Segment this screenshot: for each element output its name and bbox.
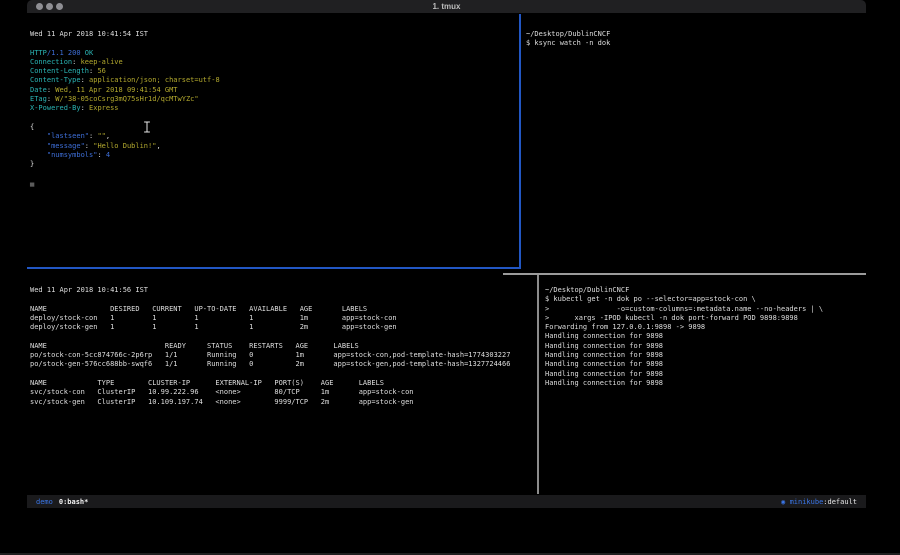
terminal-line: Handling connection for 9898 bbox=[545, 332, 863, 341]
terminal-line: deploy/stock-con 1 1 1 1 1m app=stock-co… bbox=[30, 314, 535, 323]
terminal-line: svc/stock-con ClusterIP 10.99.222.96 <no… bbox=[30, 388, 535, 397]
terminal-line: > -o=custom-columns=:metadata.name --no-… bbox=[545, 305, 863, 314]
pane-top-right-ksync[interactable]: ~/Desktop/DublinCNCF$ ksync watch -n dok bbox=[526, 30, 861, 49]
terminal-line: NAME TYPE CLUSTER-IP EXTERNAL-IP PORT(S)… bbox=[30, 379, 535, 388]
terminal-line: Handling connection for 9898 bbox=[545, 360, 863, 369]
terminal-line: po/stock-gen-576cc688bb-swqf6 1/1 Runnin… bbox=[30, 360, 535, 369]
terminal-line: ETag: W/"38-05coCsrg3mQ75sHr1d/qcMTwYZc" bbox=[30, 95, 518, 104]
terminal-line: Handling connection for 9898 bbox=[545, 379, 863, 388]
tmux-status-bar: demo 0:bash* ◉ minikube:default bbox=[27, 495, 866, 508]
terminal-line: Handling connection for 9898 bbox=[545, 370, 863, 379]
pane-bottom-right-port-forward[interactable]: ~/Desktop/DublinCNCF$ kubectl get -n dok… bbox=[545, 286, 863, 388]
pane-top-left-http-response[interactable]: Wed 11 Apr 2018 10:41:54 IST HTTP/1.1 20… bbox=[30, 30, 518, 188]
terminal-line: Wed 11 Apr 2018 10:41:54 IST bbox=[30, 30, 518, 39]
active-pane-divider-vertical[interactable] bbox=[519, 14, 521, 268]
terminal-line bbox=[30, 114, 518, 123]
terminal-line: NAME READY STATUS RESTARTS AGE LABELS bbox=[30, 342, 535, 351]
terminal-line: > xargs -IPOD kubectl -n dok port-forwar… bbox=[545, 314, 863, 323]
window-title: 1. tmux bbox=[27, 2, 866, 11]
pane-divider-horizontal[interactable] bbox=[503, 273, 866, 275]
window-titlebar[interactable]: 1. tmux bbox=[27, 0, 866, 14]
terminal-line bbox=[30, 295, 535, 304]
terminal-line: Handling connection for 9898 bbox=[545, 342, 863, 351]
terminal-line: Date: Wed, 11 Apr 2018 09:41:54 GMT bbox=[30, 86, 518, 95]
terminal-line: Forwarding from 127.0.0.1:9898 -> 9898 bbox=[545, 323, 863, 332]
terminal-line: "message": "Hello Dublin!", bbox=[30, 142, 518, 151]
tmux-session-name: demo bbox=[36, 498, 53, 506]
terminal-line: Wed 11 Apr 2018 10:41:56 IST bbox=[30, 286, 535, 295]
terminal-line: deploy/stock-gen 1 1 1 1 2m app=stock-ge… bbox=[30, 323, 535, 332]
terminal-line: ▄ bbox=[30, 179, 518, 188]
terminal-content: Wed 11 Apr 2018 10:41:54 IST HTTP/1.1 20… bbox=[27, 14, 866, 495]
terminal-line: svc/stock-gen ClusterIP 10.109.197.74 <n… bbox=[30, 398, 535, 407]
terminal-line: $ kubectl get -n dok po --selector=app=s… bbox=[545, 295, 863, 304]
terminal-line: HTTP/1.1 200 OK bbox=[30, 49, 518, 58]
terminal-line: Content-Length: 56 bbox=[30, 67, 518, 76]
terminal-line: X-Powered-By: Express bbox=[30, 104, 518, 113]
terminal-line: ~/Desktop/DublinCNCF bbox=[545, 286, 863, 295]
terminal-line: { bbox=[30, 123, 518, 132]
kube-context-name: minikube bbox=[790, 498, 824, 506]
kube-namespace: :default bbox=[823, 498, 857, 506]
terminal-line: "lastseen": "", bbox=[30, 132, 518, 141]
kubernetes-helm-icon: ◉ bbox=[781, 498, 785, 506]
tmux-window-tab[interactable]: 0:bash* bbox=[59, 498, 89, 506]
terminal-line bbox=[30, 332, 535, 341]
terminal-line: NAME DESIRED CURRENT UP-TO-DATE AVAILABL… bbox=[30, 305, 535, 314]
terminal-line bbox=[30, 169, 518, 178]
terminal-line bbox=[30, 370, 535, 379]
tmux-status-right: ◉ minikube:default bbox=[781, 498, 857, 506]
terminal-line: po/stock-con-5cc874766c-2p6rp 1/1 Runnin… bbox=[30, 351, 535, 360]
terminal-window: 1. tmux Wed 11 Apr 2018 10:41:54 IST HTT… bbox=[27, 0, 866, 508]
terminal-line: Content-Type: application/json; charset=… bbox=[30, 76, 518, 85]
terminal-line: "numsymbols": 4 bbox=[30, 151, 518, 160]
active-pane-divider-horizontal[interactable] bbox=[27, 267, 521, 269]
terminal-line: } bbox=[30, 160, 518, 169]
terminal-line: Connection: keep-alive bbox=[30, 58, 518, 67]
pane-divider-vertical[interactable] bbox=[537, 275, 539, 494]
terminal-line bbox=[30, 39, 518, 48]
terminal-line: ~/Desktop/DublinCNCF bbox=[526, 30, 861, 39]
pane-bottom-left-kubectl-watch[interactable]: Wed 11 Apr 2018 10:41:56 IST NAME DESIRE… bbox=[30, 286, 535, 407]
mouse-text-cursor-icon bbox=[143, 121, 151, 133]
terminal-line: $ ksync watch -n dok bbox=[526, 39, 861, 48]
terminal-line: Handling connection for 9898 bbox=[545, 351, 863, 360]
